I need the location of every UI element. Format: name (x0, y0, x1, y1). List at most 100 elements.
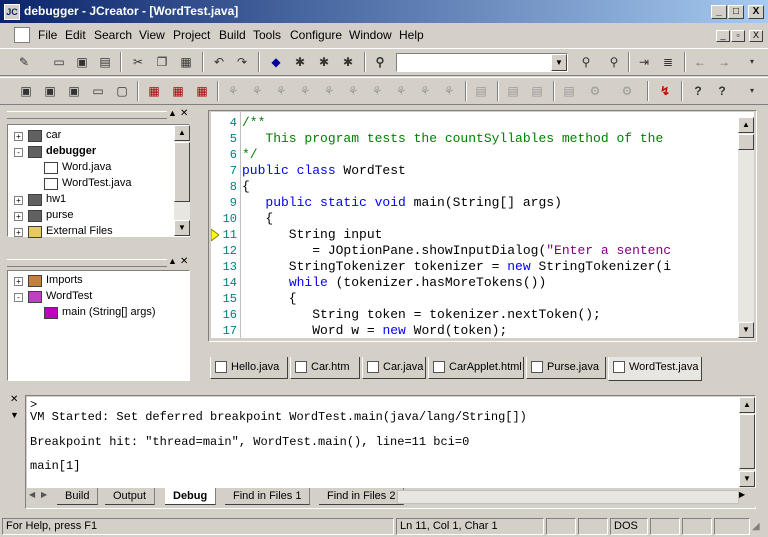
debug-step-icon-3[interactable]: ⚘ (271, 81, 291, 101)
tree-item[interactable]: WordTest.java (62, 177, 132, 189)
debug-step-icon-10[interactable]: ⚘ (439, 81, 459, 101)
toggle-bookmark-icon[interactable]: ◆ (266, 52, 286, 72)
menu-help[interactable]: Help (399, 28, 424, 42)
find-in-files-icon[interactable]: ⚲ (576, 52, 596, 72)
code-line[interactable]: This program tests the countSyllables me… (242, 131, 663, 146)
output-view-icon[interactable]: ▭ (88, 81, 108, 101)
debug-step-icon-6[interactable]: ⚘ (343, 81, 363, 101)
menu-tools[interactable]: Tools (253, 28, 281, 42)
debug-step-icon-4[interactable]: ⚘ (295, 81, 315, 101)
new-file-icon[interactable]: ✎ (14, 52, 34, 72)
output-horizontal-scrollbar[interactable] (397, 490, 739, 504)
class-view-icon[interactable]: ▣ (40, 81, 60, 101)
output-tab[interactable]: Find in Files 1 (225, 488, 311, 505)
menu-search[interactable]: Search (94, 28, 132, 42)
tree-item[interactable]: External Files (46, 225, 113, 237)
minimize-button[interactable]: _ (711, 5, 727, 19)
tree-expander-icon[interactable]: + (14, 132, 23, 141)
menu-edit[interactable]: Edit (65, 28, 86, 42)
file-tab[interactable]: Purse.java (526, 357, 606, 379)
menu-project[interactable]: Project (173, 28, 210, 42)
tree-item[interactable]: hw1 (46, 193, 66, 205)
package-view-icon[interactable]: ▣ (64, 81, 84, 101)
document-icon[interactable] (14, 27, 30, 43)
menu-file[interactable]: File (38, 28, 57, 42)
workspace-view-icon[interactable]: ▣ (16, 81, 36, 101)
file-view-close-icon[interactable]: ✕ (180, 108, 188, 119)
output-scroll-up-icon[interactable]: ▲ (739, 397, 755, 413)
tree-scroll-down-icon[interactable]: ▼ (174, 220, 190, 236)
menu-window[interactable]: Window (349, 28, 392, 42)
output-scroll-thumb[interactable] (739, 414, 755, 469)
output-scroll-down-icon[interactable]: ▼ (739, 471, 755, 487)
editor-vertical-scrollbar[interactable]: ▲ ▼ (738, 117, 754, 339)
file-view-collapse-icon[interactable]: ▲ (168, 108, 177, 118)
code-line[interactable]: { (242, 211, 273, 226)
output-tab[interactable]: Build (57, 488, 99, 505)
copy-icon[interactable]: ❐ (152, 52, 172, 72)
forward-arrow-icon[interactable]: → (714, 52, 734, 72)
output-vertical-scrollbar[interactable]: ▲ ▼ (739, 397, 755, 488)
replace-icon[interactable]: ⚲ (604, 52, 624, 72)
tree-item[interactable]: car (46, 129, 61, 141)
code-line[interactable]: public static void main(String[] args) (242, 195, 561, 210)
tree-expander-icon[interactable]: + (14, 277, 23, 286)
tree-expander-icon[interactable]: - (14, 148, 23, 157)
debug-step-icon-1[interactable]: ⚘ (223, 81, 243, 101)
close-button[interactable]: X (748, 5, 764, 19)
classes-icon[interactable]: ⚙ (585, 81, 605, 101)
code-line[interactable]: = JOptionPane.showInputDialog("Enter a s… (242, 243, 671, 258)
code-line[interactable]: */ (242, 147, 258, 162)
output-pane-gripper[interactable]: ✕ ▼ (8, 394, 22, 512)
menu-build[interactable]: Build (219, 28, 246, 42)
cut-icon[interactable]: ✂ (128, 52, 148, 72)
code-line[interactable]: { (242, 179, 250, 194)
execute-icon[interactable]: ▦ (192, 81, 212, 101)
jc-app-icon[interactable]: JC (4, 4, 20, 20)
debug-step-icon-5[interactable]: ⚘ (319, 81, 339, 101)
output-tab[interactable]: Find in Files 2 (319, 488, 405, 505)
code-line[interactable]: Word w = new Word(token); (242, 323, 507, 338)
tab-scroll-right-icon[interactable]: ▶ (41, 490, 47, 499)
debug-step-icon-2[interactable]: ⚘ (247, 81, 267, 101)
mdi-close-button[interactable]: X (749, 30, 763, 42)
file-tree-scrollbar[interactable]: ▲ ▼ (174, 125, 190, 236)
menu-configure[interactable]: Configure (290, 28, 342, 42)
tree-scroll-up-icon[interactable]: ▲ (174, 125, 190, 141)
tree-item[interactable]: Imports (46, 274, 83, 286)
code-line[interactable]: String input (242, 227, 383, 242)
scroll-thumb[interactable] (738, 134, 754, 150)
tree-expander-icon[interactable]: + (14, 196, 23, 205)
output-close-icon[interactable]: ✕ (10, 394, 18, 405)
back-arrow-icon[interactable]: ← (690, 52, 710, 72)
tree-item[interactable]: debugger (46, 145, 96, 157)
resize-grip-icon[interactable]: ◢ (752, 521, 760, 532)
tree-item[interactable]: main (String[] args) (62, 306, 156, 318)
file-view-gripper[interactable] (7, 111, 167, 119)
h-scroll-right-icon[interactable]: ▶ (739, 490, 745, 499)
undo-icon[interactable]: ↶ (209, 52, 229, 72)
debug-output[interactable]: > VM Started: Set deferred breakpoint Wor… (27, 397, 739, 488)
file-tab[interactable]: Hello.java (210, 357, 288, 379)
compile-file-icon[interactable]: ▦ (168, 81, 188, 101)
combo-dropdown-icon[interactable]: ▼ (551, 54, 567, 71)
tree-scroll-thumb[interactable] (174, 142, 190, 202)
tree-expander-icon[interactable]: + (14, 228, 23, 237)
search-combo[interactable]: ▼ (396, 53, 568, 72)
output-tab[interactable]: Debug (165, 488, 217, 505)
file-tab[interactable]: Car.htm (290, 357, 360, 379)
tree-expander-icon[interactable]: - (14, 293, 23, 302)
threads-icon[interactable]: ▤ (559, 81, 579, 101)
file-tab[interactable]: WordTest.java (608, 357, 702, 381)
context-help-icon[interactable]: ? (712, 81, 732, 101)
compile-project-icon[interactable]: ▦ (144, 81, 164, 101)
file-tab[interactable]: Car.java (362, 357, 426, 379)
save-all-icon[interactable]: ▤ (95, 52, 115, 72)
class-view-close-icon[interactable]: ✕ (180, 256, 188, 267)
code-line[interactable]: while (tokenizer.hasMoreTokens()) (242, 275, 546, 290)
debug-step-icon-8[interactable]: ⚘ (391, 81, 411, 101)
file-tab[interactable]: CarApplet.html (428, 357, 524, 379)
tree-item[interactable]: Word.java (62, 161, 111, 173)
tools-icon[interactable]: ↯ (655, 81, 675, 101)
open-folder-icon[interactable]: ▭ (49, 52, 69, 72)
